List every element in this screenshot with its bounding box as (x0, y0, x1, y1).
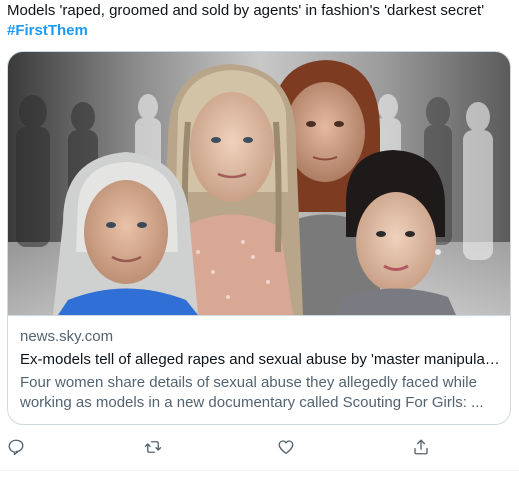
share-icon (414, 439, 428, 455)
retweet-button[interactable] (140, 434, 166, 460)
card-domain: news.sky.com (20, 328, 114, 345)
card-description: Four women share details of sexual abuse… (20, 374, 484, 411)
reply-icon (8, 439, 24, 456)
share-button[interactable] (408, 434, 434, 460)
tweet-body-text: Models 'raped, groomed and sold by agent… (7, 2, 485, 19)
card-title: Ex-models tell of alleged rapes and sexu… (20, 351, 500, 368)
link-preview-card[interactable]: news.sky.com Ex-models tell of alleged r… (7, 51, 511, 425)
card-divider (8, 315, 510, 316)
reply-button[interactable] (3, 434, 29, 460)
tweet-divider (0, 470, 519, 471)
tweet-text: Models 'raped, groomed and sold by agent… (7, 1, 512, 41)
card-photo-collage (8, 52, 510, 315)
heart-icon (278, 440, 294, 455)
tweet: Models 'raped, groomed and sold by agent… (0, 0, 519, 487)
card-meta[interactable]: news.sky.com Ex-models tell of alleged r… (20, 327, 500, 413)
like-button[interactable] (273, 434, 299, 460)
retweet-icon (144, 441, 162, 453)
tweet-actions (0, 434, 519, 460)
hashtag-link[interactable]: #FirstThem (7, 21, 512, 41)
card-image[interactable] (8, 52, 510, 315)
